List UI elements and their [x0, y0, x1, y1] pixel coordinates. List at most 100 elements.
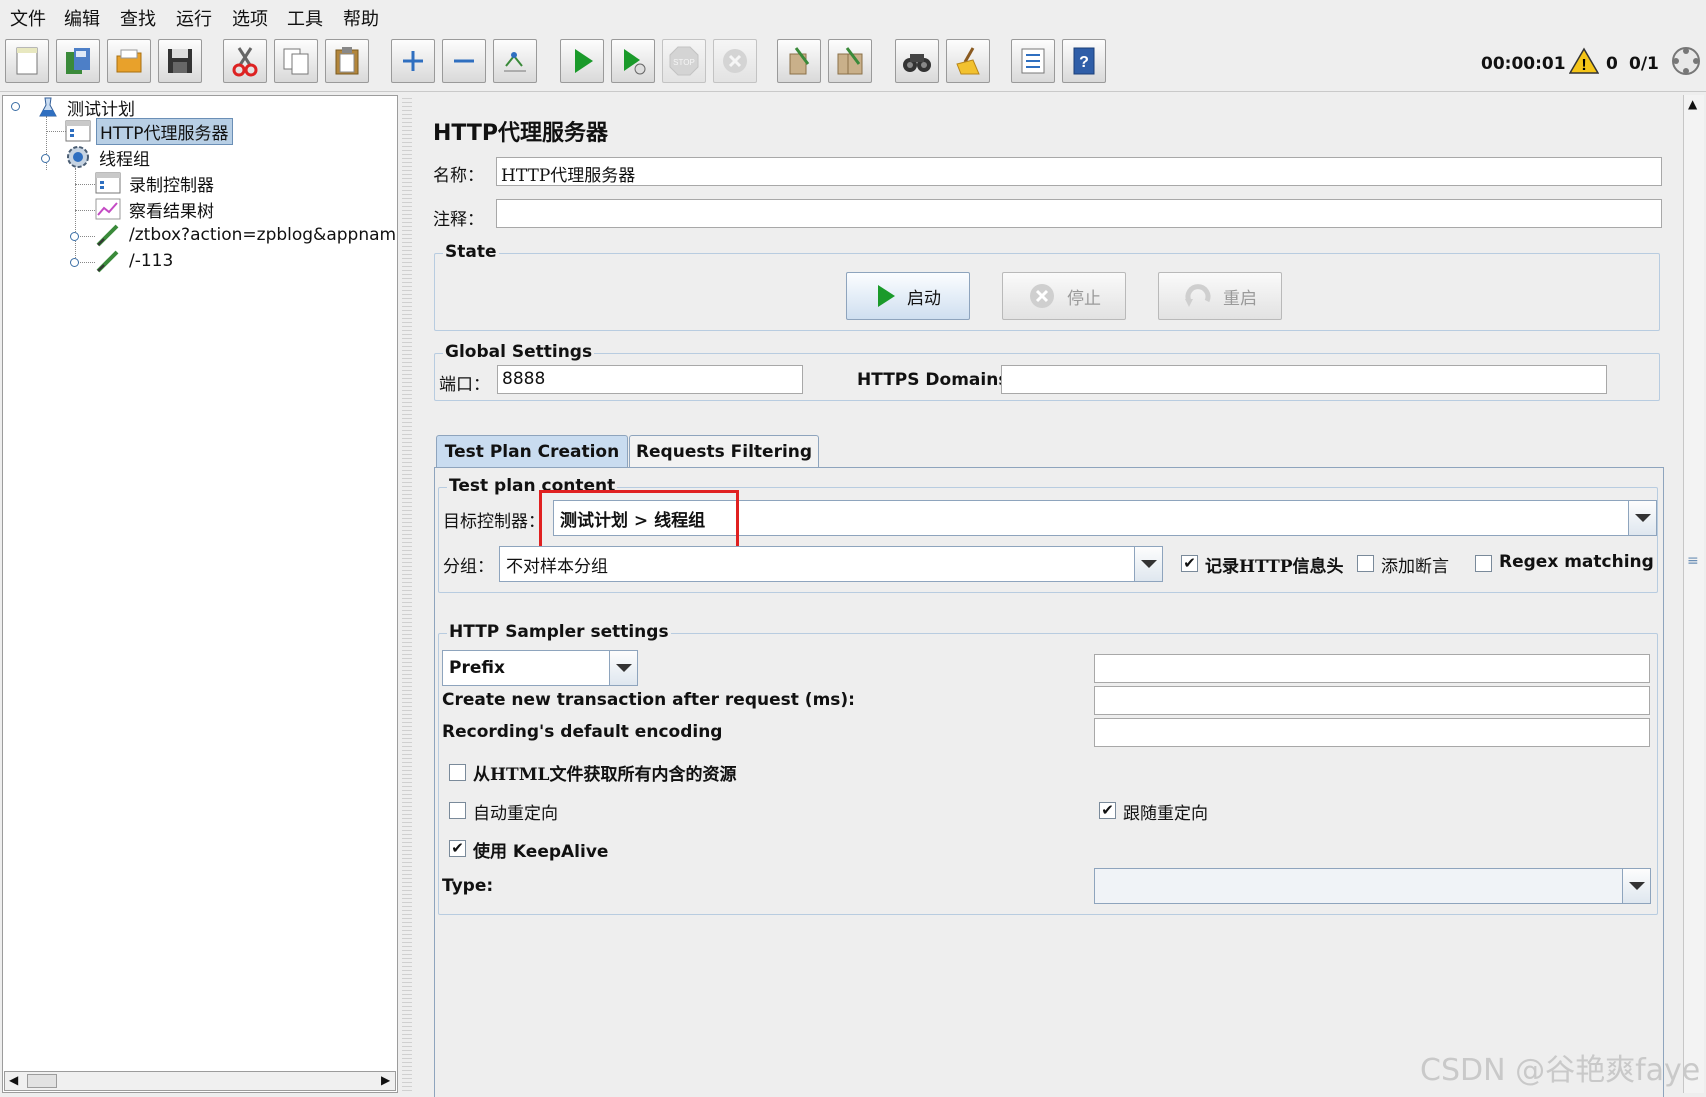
highlight-annotation	[539, 490, 739, 550]
chevron-down-icon[interactable]	[609, 651, 637, 685]
restart-icon	[1185, 284, 1211, 307]
chevron-down-icon[interactable]	[1622, 869, 1650, 903]
menu-options[interactable]: 选项	[232, 5, 268, 31]
encoding-label: Recording's default encoding	[442, 722, 723, 742]
function-helper-button[interactable]	[1011, 39, 1055, 83]
elapsed-timer: 00:00:01	[1481, 54, 1566, 74]
comment-field[interactable]	[496, 199, 1662, 228]
start-no-pause-button[interactable]	[611, 39, 655, 83]
menu-help[interactable]: 帮助	[343, 5, 379, 31]
transaction-field[interactable]	[1094, 686, 1650, 715]
open-button[interactable]	[107, 39, 151, 83]
add-assertions-label: 添加断言	[1381, 557, 1449, 577]
redirect-checkbox[interactable]	[449, 802, 466, 819]
clear-button[interactable]	[777, 39, 821, 83]
scroll-grip-icon[interactable]: ≡	[1687, 553, 1699, 569]
test-plan-icon	[39, 97, 57, 117]
chevron-down-icon[interactable]	[1134, 547, 1162, 581]
svg-text:STOP: STOP	[673, 58, 695, 67]
copy-button[interactable]	[274, 39, 318, 83]
paste-button[interactable]	[325, 39, 369, 83]
menu-run[interactable]: 运行	[176, 5, 212, 31]
tree-toggle-sampler-1[interactable]	[70, 232, 79, 241]
search-button[interactable]	[895, 39, 939, 83]
menu-tools[interactable]: 工具	[287, 5, 323, 31]
reset-search-icon	[956, 47, 980, 75]
tab-requests-filtering[interactable]: Requests Filtering	[629, 435, 819, 467]
tree-toggle-thread-group[interactable]	[41, 154, 50, 163]
port-field[interactable]: 8888	[497, 365, 803, 394]
regex-matching-checkbox[interactable]	[1475, 555, 1492, 572]
stop-circle-icon	[1030, 284, 1054, 308]
start-button[interactable]	[560, 39, 604, 83]
toggle-button[interactable]	[493, 39, 537, 83]
https-domains-field[interactable]	[1001, 365, 1607, 394]
start-icon	[575, 49, 593, 73]
grouping-value: 不对样本分组	[506, 556, 608, 577]
follow-redirect-checkbox[interactable]: ✔	[1099, 802, 1116, 819]
encoding-field[interactable]	[1094, 718, 1650, 747]
panel-vertical-scrollbar[interactable]: ▲ ≡	[1683, 95, 1704, 1093]
tab-test-plan-creation[interactable]: Test Plan Creation	[436, 435, 628, 467]
scroll-up-icon[interactable]: ▲	[1688, 97, 1697, 111]
comment-label: 注释：	[433, 210, 484, 230]
stop-button[interactable]: STOP	[662, 39, 706, 83]
prefix-field[interactable]	[1094, 654, 1650, 683]
thread-group-icon	[67, 146, 89, 168]
scroll-thumb[interactable]	[27, 1074, 57, 1088]
collapse-button[interactable]	[442, 39, 486, 83]
state-group: State 启动 停止 重启	[434, 242, 1660, 331]
toolbar: STOP ? 00:00:01 ! 0 0/1	[0, 32, 1706, 92]
type-label: Type:	[442, 876, 494, 896]
tree-item-recording-controller[interactable]: 录制控制器	[95, 170, 217, 196]
start-proxy-button[interactable]: 启动	[846, 272, 970, 320]
start-proxy-label: 启动	[907, 288, 941, 309]
prefix-select[interactable]: Prefix	[442, 650, 638, 686]
add-assertions-checkbox[interactable]	[1357, 555, 1374, 572]
tree-item-thread-group[interactable]: 线程组	[65, 144, 153, 170]
scroll-left-icon[interactable]: ◀	[9, 1073, 18, 1087]
help-button[interactable]: ?	[1062, 39, 1106, 83]
tree-toggle-root[interactable]	[11, 102, 20, 111]
chevron-down-icon[interactable]	[1628, 501, 1656, 535]
new-button[interactable]	[5, 39, 49, 83]
tree-horizontal-scrollbar[interactable]: ◀ ▶	[4, 1071, 396, 1091]
tree-item-sampler-113[interactable]: /-113	[95, 248, 176, 274]
stop-proxy-button[interactable]: 停止	[1002, 272, 1126, 320]
save-button[interactable]	[158, 39, 202, 83]
test-plan-tree: 测试计划 HTTP代理服务器 线程组 录制控制器 察看结果树 /ztbox?ac…	[2, 95, 398, 1093]
global-settings-group: Global Settings 端口： 8888 HTTPS Domains:	[434, 342, 1660, 401]
page-title: HTTP代理服务器	[433, 121, 609, 146]
menu-edit[interactable]: 编辑	[64, 5, 100, 31]
grouping-select[interactable]: 不对样本分组	[499, 546, 1163, 582]
sampler-icon	[96, 250, 119, 273]
record-headers-checkbox[interactable]: ✔	[1181, 555, 1198, 572]
shutdown-button[interactable]	[713, 39, 757, 83]
tree-toggle-sampler-2[interactable]	[70, 258, 79, 267]
tree-item-results-tree[interactable]: 察看结果树	[95, 196, 217, 222]
function-helper-icon	[1021, 48, 1045, 74]
menu-file[interactable]: 文件	[10, 5, 46, 31]
tree-item-test-plan[interactable]: 测试计划	[37, 96, 138, 120]
keepalive-checkbox[interactable]: ✔	[449, 840, 466, 857]
state-title: State	[443, 242, 499, 262]
transaction-label: Create new transaction after request (ms…	[442, 690, 855, 710]
templates-button[interactable]	[56, 39, 100, 83]
restart-proxy-button[interactable]: 重启	[1158, 272, 1282, 320]
type-select[interactable]	[1094, 868, 1651, 904]
split-pane-divider[interactable]	[402, 95, 412, 1093]
cut-button[interactable]	[223, 39, 267, 83]
scroll-right-icon[interactable]: ▶	[381, 1073, 390, 1087]
retrieve-resources-checkbox[interactable]	[449, 764, 466, 781]
expand-button[interactable]	[391, 39, 435, 83]
tree-item-sampler-ztbox[interactable]: /ztbox?action=zpblog&appname=p	[95, 222, 397, 248]
name-field[interactable]: HTTP代理服务器	[496, 157, 1662, 186]
global-settings-title: Global Settings	[443, 342, 595, 362]
tree-item-http-proxy[interactable]: HTTP代理服务器	[65, 117, 233, 145]
menu-search[interactable]: 查找	[120, 5, 156, 31]
name-label: 名称：	[433, 166, 484, 186]
warning-icon[interactable]: !	[1569, 47, 1599, 75]
sampler-icon	[96, 224, 119, 247]
reset-search-button[interactable]	[946, 39, 990, 83]
clear-all-button[interactable]	[828, 39, 872, 83]
